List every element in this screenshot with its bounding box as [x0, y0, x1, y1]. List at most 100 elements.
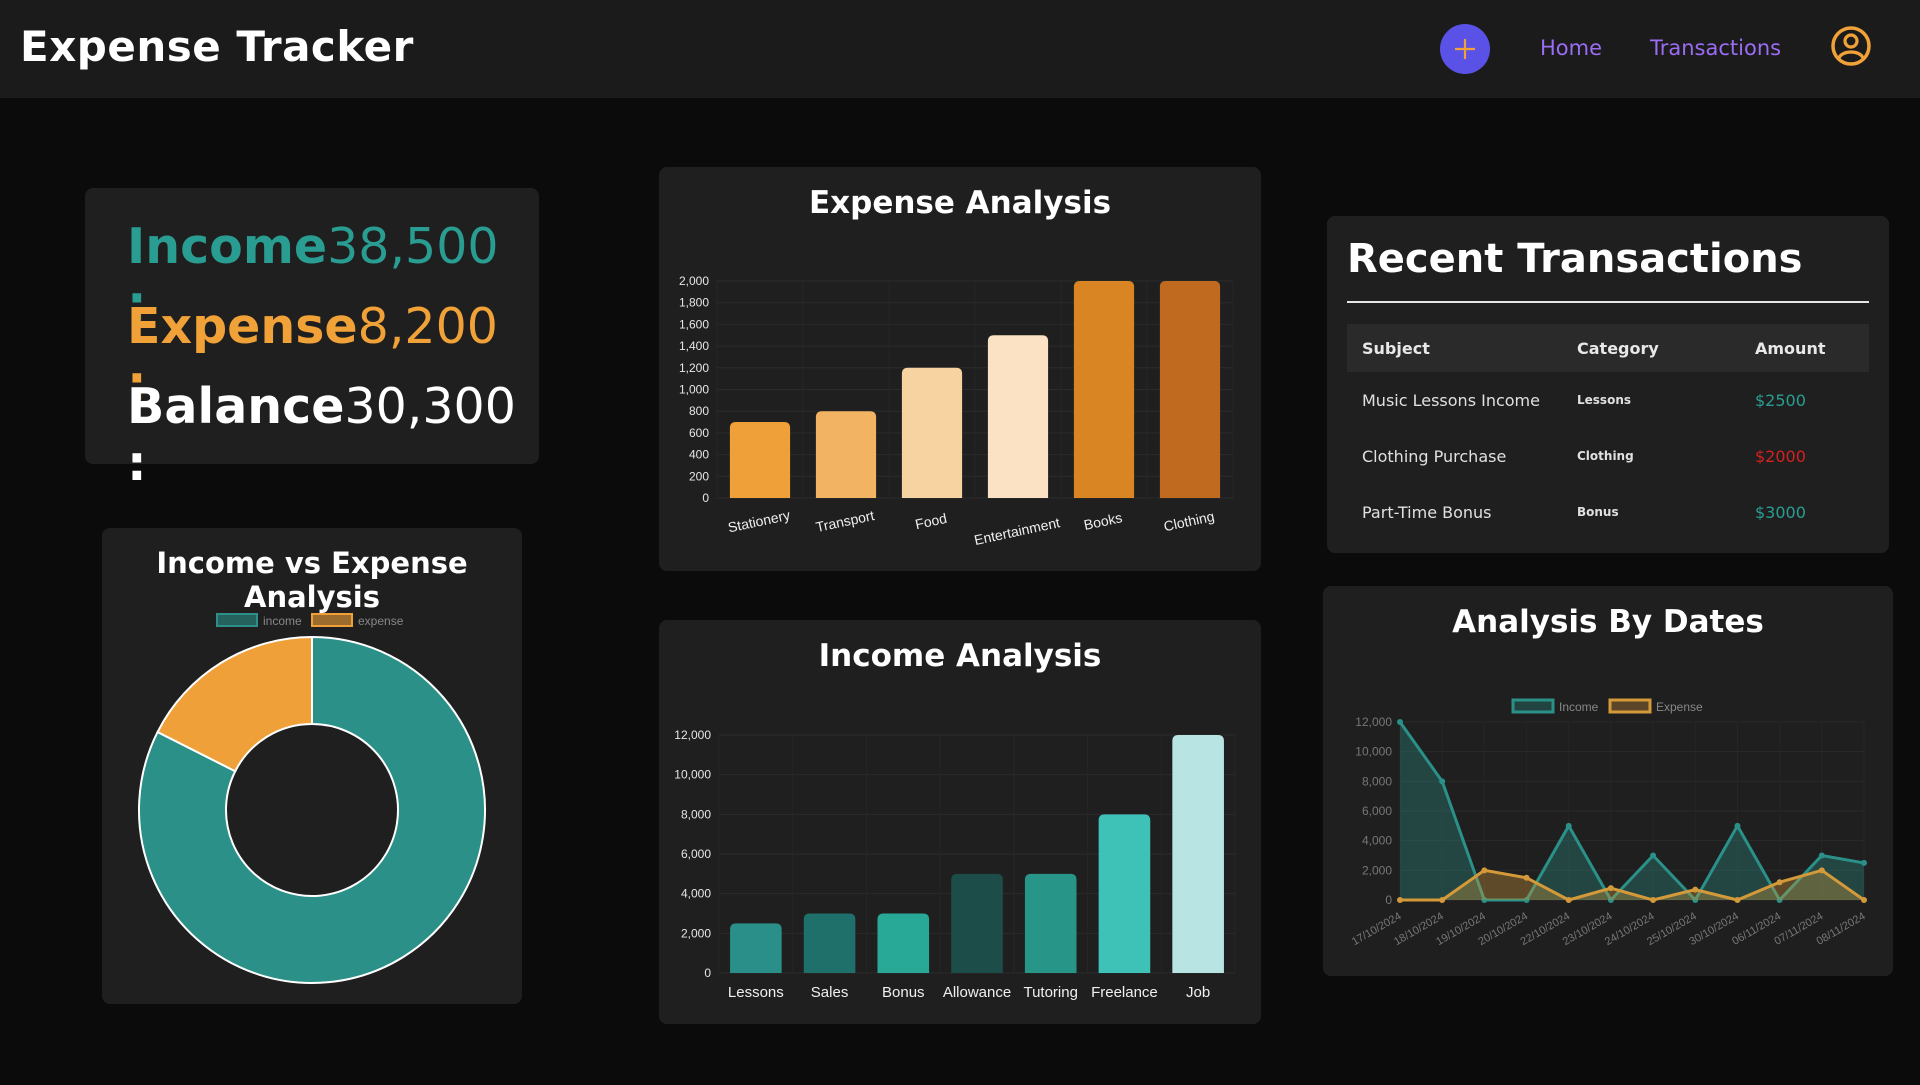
- nav-home-link[interactable]: Home: [1540, 36, 1602, 60]
- income-bar-chart: 0 2,000 4,000 6,000 8,000 10,000 12,000 Lessons…: [674, 728, 1236, 1001]
- divider: [1347, 301, 1869, 303]
- data-point: [1818, 867, 1825, 874]
- y-tick-label: 0: [702, 491, 709, 505]
- y-tick-label: 0: [704, 966, 711, 980]
- tx-subject: Music Lessons Income: [1362, 390, 1540, 410]
- y-tick-label: 2,000: [681, 926, 711, 940]
- table-row[interactable]: Clothing Purchase Clothing $2000: [1347, 428, 1869, 484]
- y-tick-label: 400: [689, 448, 709, 462]
- y-tick-label: 4,000: [681, 887, 711, 901]
- table-header-row: Subject Category Amount: [1347, 324, 1869, 372]
- bar: [803, 913, 856, 973]
- plus-icon: [1455, 39, 1475, 59]
- legend-label: Income: [1559, 700, 1599, 714]
- y-tick-label: 2,000: [679, 274, 709, 288]
- tx-amount: $2000: [1755, 446, 1806, 466]
- x-tick-label: Books: [1082, 509, 1123, 533]
- expense-analysis-card: Expense Analysis 0 200 400 600 800 1,000 1,200…: [659, 167, 1261, 571]
- y-tick-label: 12,000: [674, 728, 711, 742]
- balance-label: Balance :: [127, 378, 345, 492]
- y-tick-label: 1,000: [679, 383, 709, 397]
- bar: [1159, 281, 1221, 498]
- legend-label: income: [263, 614, 302, 628]
- data-point: [1692, 886, 1699, 893]
- x-tick-label: Freelance: [1091, 984, 1158, 1001]
- bar: [730, 923, 782, 973]
- nav-transactions-link[interactable]: Transactions: [1650, 36, 1781, 60]
- y-tick-label: 800: [689, 404, 709, 418]
- expense-value: 8,200: [357, 298, 498, 355]
- data-point: [1650, 897, 1657, 903]
- data-point: [1650, 852, 1657, 859]
- x-tick-label: Tutoring: [1023, 984, 1077, 1001]
- bar: [987, 335, 1049, 498]
- data-point: [1818, 852, 1825, 859]
- y-tick-label: 1,600: [679, 317, 709, 331]
- tx-subject: Clothing Purchase: [1362, 446, 1507, 466]
- add-transaction-button[interactable]: [1440, 24, 1490, 74]
- tx-category: Bonus: [1577, 505, 1619, 519]
- x-tick-label: Food: [914, 510, 949, 532]
- summary-card: Income : 38,500 Expense : 8,200 Balance …: [85, 188, 539, 492]
- x-tick-label: Allowance: [943, 984, 1011, 1001]
- x-tick-label: Clothing: [1162, 508, 1216, 534]
- data-point: [1734, 897, 1741, 903]
- data-point: [1439, 778, 1446, 785]
- legend-swatch: [216, 613, 258, 627]
- y-tick-label: 10,000: [674, 768, 711, 782]
- dates-line-chart: Income Expense 0 2,000 4,000 6,000 8,000 10,000…: [1350, 698, 1868, 948]
- tx-subject: Part-Time Bonus: [1362, 502, 1492, 522]
- y-tick-label: 600: [689, 426, 709, 440]
- bar: [1098, 814, 1151, 973]
- income-vs-expense-card: Income vs Expense Analysis income expense: [102, 528, 522, 1004]
- app-title: Expense Tracker: [20, 22, 414, 71]
- bar: [901, 367, 963, 498]
- x-tick-label: Lessons: [728, 984, 784, 1001]
- table-row[interactable]: Music Lessons Income Lessons $2500: [1347, 372, 1869, 428]
- analysis-by-dates-card: Analysis By Dates Income Expense 0 2,000 4,0…: [1323, 586, 1893, 976]
- expense-bar-chart: 0 200 400 600 800 1,000 1,200 1,400 1,600 1,800 2,…: [679, 274, 1234, 548]
- recent-transactions-title: Recent Transactions: [1347, 236, 1803, 282]
- data-point: [1861, 897, 1867, 903]
- recent-transactions-card: Recent Transactions Subject Category Amo…: [1327, 216, 1889, 553]
- y-tick-label: 1,800: [679, 296, 709, 310]
- legend-label: Expense: [1656, 700, 1703, 714]
- data-point: [1565, 822, 1572, 829]
- bar: [951, 873, 1003, 973]
- bar: [877, 913, 930, 973]
- user-circle-icon[interactable]: [1830, 25, 1872, 67]
- y-tick-label: 6,000: [681, 847, 711, 861]
- data-point: [1397, 719, 1403, 725]
- navbar: Expense Tracker Home Transactions: [0, 0, 1920, 98]
- y-tick-label: 2,000: [1362, 863, 1392, 877]
- balance-value: 30,300: [344, 378, 516, 435]
- data-point: [1776, 879, 1783, 886]
- x-tick-label: Sales: [811, 984, 849, 1001]
- transactions-table: Subject Category Amount Music Lessons In…: [1347, 324, 1869, 540]
- bar: [729, 422, 791, 498]
- data-point: [1607, 885, 1614, 892]
- data-point: [1565, 897, 1572, 903]
- x-tick-label: Entertainment: [973, 514, 1062, 548]
- income-analysis-card: Income Analysis 0 2,000 4,000 6,000 8,000 10,…: [659, 620, 1261, 1024]
- x-tick-label: Transport: [814, 507, 876, 535]
- data-point: [1861, 859, 1867, 866]
- y-tick-label: 6,000: [1362, 804, 1392, 818]
- y-tick-label: 10,000: [1355, 745, 1392, 759]
- header-subject: Subject: [1347, 324, 1577, 372]
- data-point: [1481, 867, 1488, 874]
- table-row[interactable]: Part-Time Bonus Bonus $3000: [1347, 484, 1869, 540]
- header-category: Category: [1577, 324, 1755, 372]
- y-tick-label: 0: [1385, 893, 1392, 907]
- tx-amount: $2500: [1755, 390, 1806, 410]
- data-point: [1734, 822, 1741, 829]
- x-tick-label: Job: [1186, 984, 1210, 1001]
- tx-category: Lessons: [1577, 393, 1631, 407]
- legend-swatch: [311, 613, 353, 627]
- data-point: [1523, 874, 1530, 881]
- income-value: 38,500: [327, 218, 499, 275]
- x-tick-label: Bonus: [882, 984, 925, 1001]
- data-point: [1397, 897, 1403, 903]
- data-point: [1439, 897, 1446, 903]
- y-tick-label: 1,400: [679, 339, 709, 353]
